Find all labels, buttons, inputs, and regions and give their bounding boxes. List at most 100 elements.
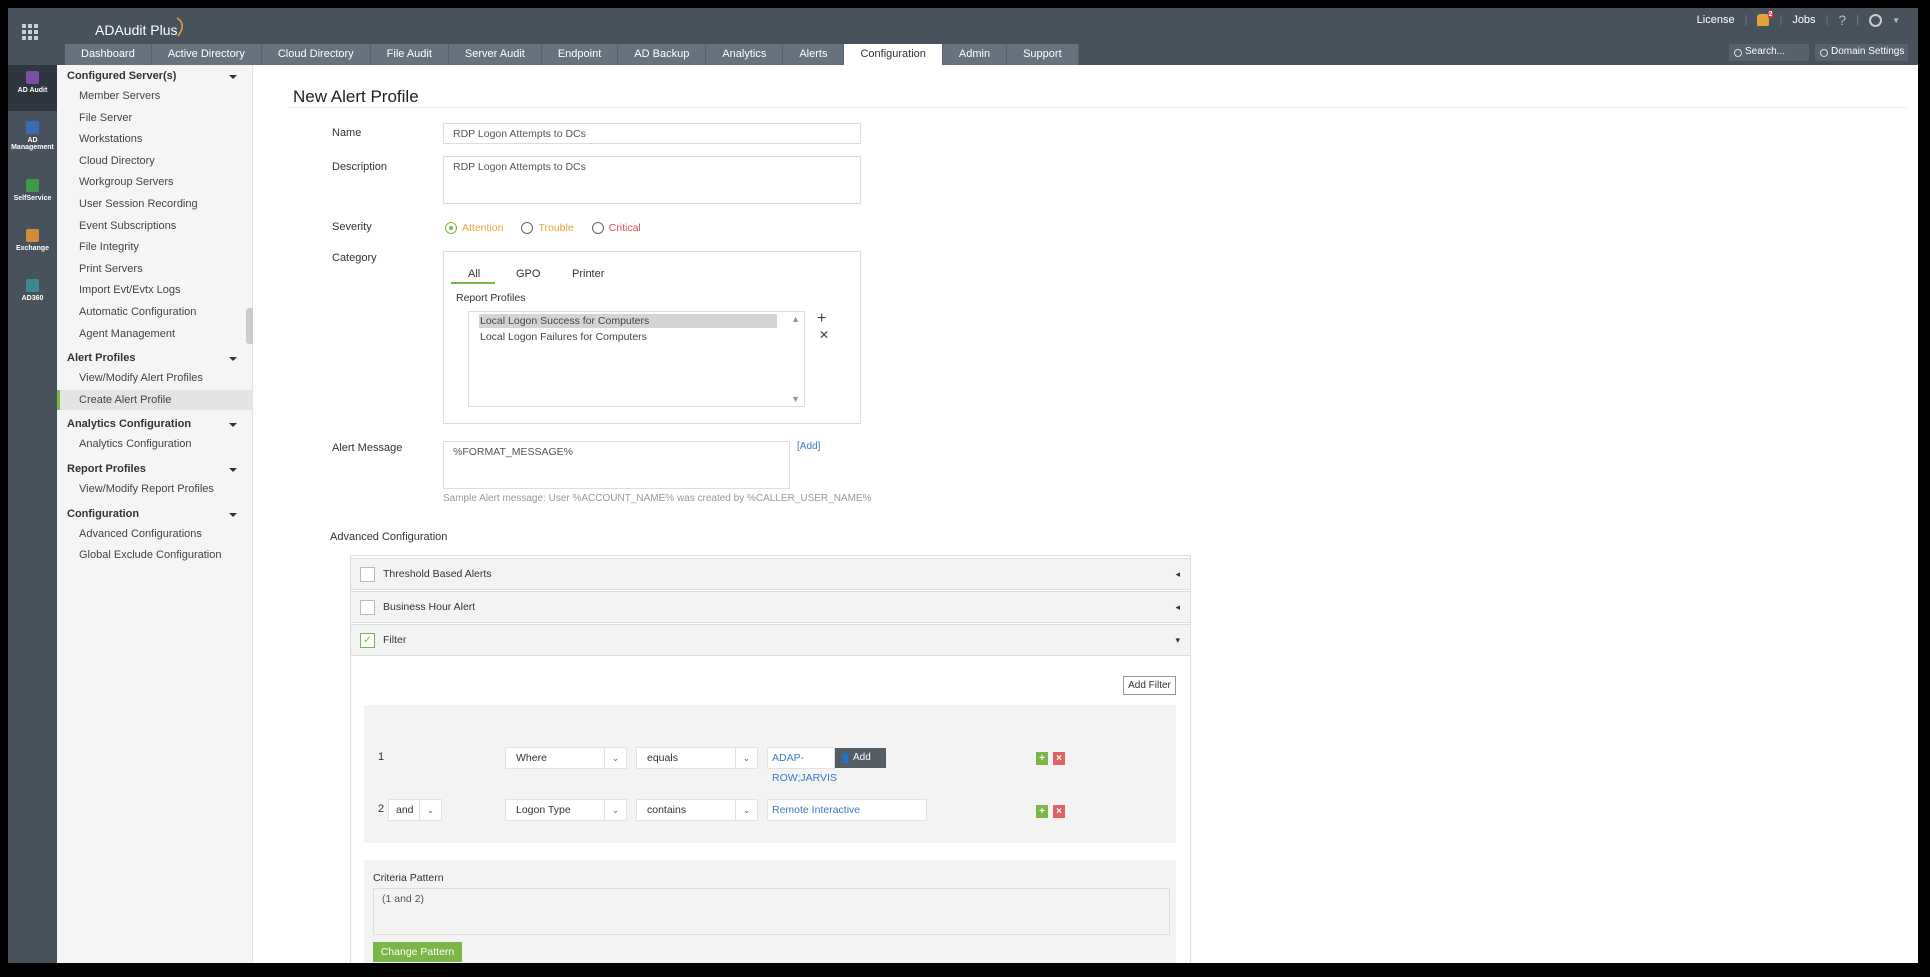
license-link[interactable]: License [1697,14,1735,26]
rail-exchange[interactable]: Exchange [8,229,57,252]
rail-label: AD360 [21,295,44,302]
add-object-button[interactable]: 👤 Add [835,748,886,768]
name-input[interactable]: RDP Logon Attempts to DCs [443,123,861,144]
app-grid-icon[interactable] [22,24,38,40]
scroll-down-icon[interactable]: ▼ [791,394,800,404]
tab-file-audit[interactable]: File Audit [370,44,449,65]
user-avatar-icon[interactable] [1869,13,1883,27]
sidebar-item[interactable]: Event Subscriptions [57,216,252,236]
filter-value-input[interactable]: Remote Interactive [767,799,927,821]
tab-configuration[interactable]: Configuration [844,44,943,65]
rail-ad-audit[interactable]: AD Audit [8,65,57,111]
rail-ad-management[interactable]: AD Management [8,121,57,151]
report-profile-option[interactable]: Local Logon Success for Computers [479,314,777,328]
sidebar-item[interactable]: Create Alert Profile [57,389,252,410]
sidebar-section-header[interactable]: Analytics Configuration [67,418,247,430]
checkbox[interactable]: ✓ [360,633,375,648]
remove-profile-icon[interactable]: ✕ [819,328,829,342]
main-tabs: Dashboard Active Directory Cloud Directory… [65,44,1079,65]
category-box: All GPO Printer Report Profiles ▲ ▼ Local … [443,251,861,424]
severity-radio-critical[interactable]: Critical [591,222,641,234]
severity-radio-attention[interactable]: Attention [445,222,503,234]
add-row-icon[interactable]: + [1036,752,1048,765]
report-profile-option[interactable]: Local Logon Failures for Computers [479,330,777,344]
sidebar-collapse-handle[interactable] [246,308,253,344]
sidebar-item[interactable]: Advanced Configurations [57,524,252,544]
sidebar-item[interactable]: Global Exclude Configuration [57,545,252,565]
tab-analytics[interactable]: Analytics [706,44,784,65]
search-input[interactable]: Search... [1729,44,1809,61]
add-profile-icon[interactable]: + [817,310,826,328]
sidebar-section-header[interactable]: Configuration [67,508,247,520]
remove-row-icon[interactable]: × [1053,752,1065,765]
help-icon[interactable]: ? [1838,12,1846,28]
domain-settings-button[interactable]: Domain Settings [1815,44,1908,61]
rail-ad360[interactable]: AD360 [8,279,57,302]
sidebar-item[interactable]: Member Servers [57,86,252,106]
tab-cloud-directory[interactable]: Cloud Directory [261,44,371,65]
tab-admin[interactable]: Admin [942,44,1008,65]
report-profiles-list[interactable]: ▲ ▼ Local Logon Success for Computers Loc… [468,311,805,407]
remove-row-icon[interactable]: × [1053,805,1065,818]
criteria-box: Criteria Pattern (1 and 2) Change Patter… [364,860,1176,963]
tab-endpoint[interactable]: Endpoint [541,44,619,65]
sidebar-item[interactable]: View/Modify Report Profiles [57,479,252,499]
criteria-textarea[interactable]: (1 and 2) [373,888,1170,935]
jobs-link[interactable]: Jobs [1792,14,1815,26]
checkbox[interactable] [360,600,375,615]
tab-active-directory[interactable]: Active Directory [151,44,262,65]
sidebar-section-header[interactable]: Alert Profiles [67,352,247,364]
sidebar-item[interactable]: View/Modify Alert Profiles [57,368,252,388]
description-textarea[interactable]: RDP Logon Attempts to DCs [443,156,861,204]
selected-value: and [396,804,414,816]
severity-radio-trouble[interactable]: Trouble [521,222,574,234]
radio-label: Attention [462,222,504,234]
chevron-down-icon[interactable]: ▼ [1892,16,1900,25]
add-filter-button[interactable]: Add Filter [1123,676,1176,695]
tab-alerts[interactable]: Alerts [783,44,845,65]
accordion-threshold-based-alerts[interactable]: Threshold Based Alerts ◂ [350,558,1191,590]
category-tab-printer[interactable]: Printer [572,268,604,280]
category-tab-all[interactable]: All [468,268,480,280]
tab-server-audit[interactable]: Server Audit [448,44,542,65]
sidebar-item[interactable]: File Server [57,108,252,128]
sidebar-item[interactable]: Workgroup Servers [57,172,252,192]
sidebar-item[interactable]: Automatic Configuration [57,302,252,322]
key-icon [26,179,39,192]
ad360-icon [26,279,39,292]
checkbox[interactable] [360,567,375,582]
sidebar-section-header[interactable]: Report Profiles [67,463,247,475]
filter-field-select[interactable]: Logon Type ⌄ [505,799,627,821]
sidebar-item[interactable]: User Session Recording [57,194,252,214]
notification-bell-icon[interactable]: 2 [1757,11,1774,26]
sidebar-item[interactable]: Import Evt/Evtx Logs [57,280,252,300]
rail-label: Exchange [15,245,50,252]
scroll-up-icon[interactable]: ▲ [791,314,800,324]
filter-operator-select[interactable]: equals ⌄ [636,747,758,769]
chevron-down-icon: ⌄ [419,800,441,820]
sidebar-item[interactable]: Print Servers [57,259,252,279]
category-tab-gpo[interactable]: GPO [516,268,540,280]
sidebar-section-header[interactable]: Configured Server(s) [67,70,247,82]
sidebar-item[interactable]: File Integrity [57,237,252,257]
change-pattern-button[interactable]: Change Pattern [373,942,462,962]
tab-support[interactable]: Support [1007,44,1079,65]
sidebar-item[interactable]: Workstations [57,129,252,149]
accordion-business-hour-alert[interactable]: Business Hour Alert ◂ [350,591,1191,623]
app-window: ADAudit Plus License | 2 | Jobs | ? | ▼ Dash… [8,8,1918,963]
sidebar-item[interactable]: Analytics Configuration [57,434,252,454]
filter-operator-select[interactable]: contains ⌄ [636,799,758,821]
sidebar-item[interactable]: Cloud Directory [57,151,252,171]
filter-value-input[interactable]: ADAP-ROW;JARVIS [767,747,837,784]
tab-ad-backup[interactable]: AD Backup [618,44,707,65]
alert-message-textarea[interactable]: %FORMAT_MESSAGE% [443,441,790,489]
main-content: New Alert Profile Name RDP Logon Attempt… [253,65,1918,963]
filter-join-select[interactable]: and ⌄ [388,799,442,821]
filter-field-select[interactable]: Where ⌄ [505,747,627,769]
sidebar-item[interactable]: Agent Management [57,324,252,344]
add-row-icon[interactable]: + [1036,805,1048,818]
tab-dashboard[interactable]: Dashboard [65,44,152,65]
accordion-filter[interactable]: ✓ Filter ▾ [350,624,1191,656]
rail-selfservice[interactable]: SelfService [8,179,57,202]
add-variable-link[interactable]: [Add] [797,441,820,452]
